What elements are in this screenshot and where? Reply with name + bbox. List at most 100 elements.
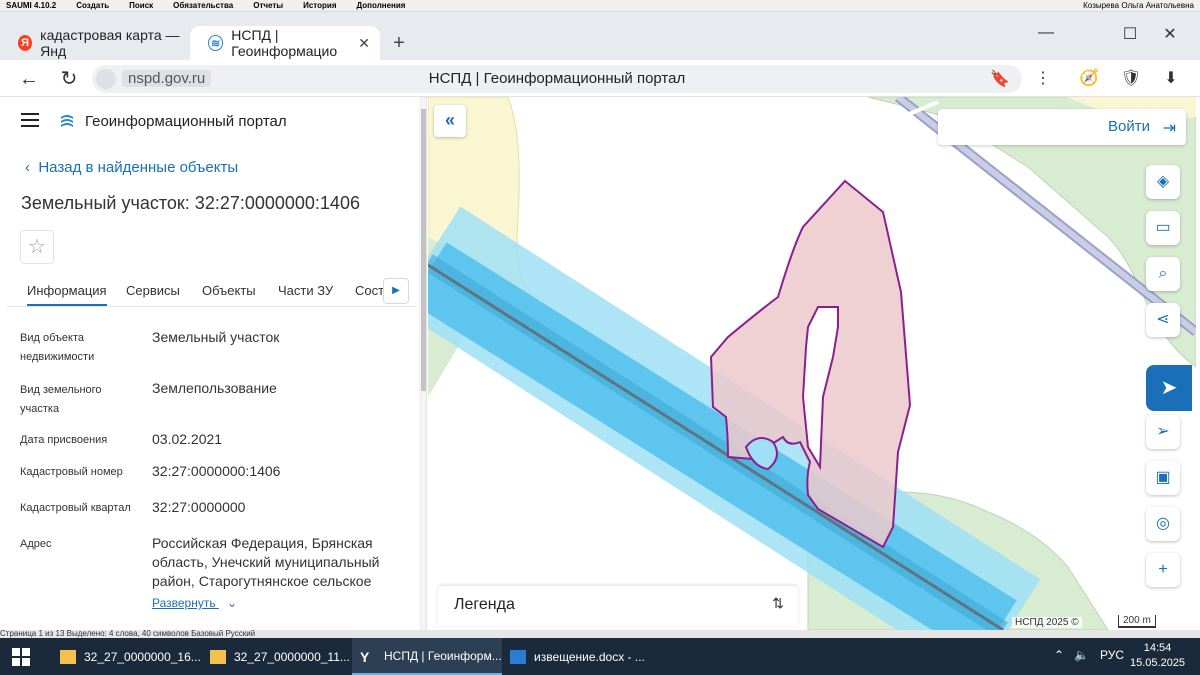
reload-icon[interactable]: ↻ [56, 66, 82, 92]
yandex-browser-icon: Y [360, 648, 370, 665]
language-indicator[interactable]: РУС [1100, 648, 1124, 662]
bookmark-icon[interactable]: 🔖 [990, 69, 1010, 89]
layers-icon[interactable]: ◈ [1146, 165, 1180, 199]
value-object-type: Земельный участок [152, 329, 280, 345]
label-assignment-date: Дата присвоения [20, 434, 108, 446]
saumi-menu-addons[interactable]: Дополнения [356, 1, 405, 10]
object-title: Земельный участок: 32:27:0000000:1406 [21, 193, 360, 213]
saumi-menu-obligations[interactable]: Обязательства [173, 1, 233, 10]
system-clock[interactable]: 14:54 15.05.2025 [1130, 641, 1185, 671]
more-menu-icon[interactable]: ⋮ [1032, 68, 1054, 90]
saumi-app-title: SAUMI 4.10.2 [6, 1, 57, 10]
minimize-icon[interactable]: — [1026, 24, 1066, 42]
print-frame-icon[interactable]: ▣ [1146, 461, 1180, 495]
login-label: Войти [1108, 118, 1150, 135]
value-cadastral-number: 32:27:0000000:1406 [152, 463, 281, 479]
chevron-left-icon: ‹ [25, 159, 39, 176]
locate-icon[interactable]: ◎ [1146, 507, 1180, 541]
taskbar-label: 32_27_0000000_16... [84, 649, 201, 664]
legend-label: Легенда [454, 596, 515, 613]
windows-taskbar: 32_27_0000000_16... 32_27_0000000_11... … [0, 638, 1200, 675]
object-info-panel: Геоинформационный портал ‹ Назад в найде… [7, 97, 427, 630]
tab-nspd[interactable]: ≋ НСПД | Геоинформацио ✕ [190, 26, 380, 60]
taskbar-browser[interactable]: Y НСПД | Геоинформ... [352, 638, 502, 675]
favorite-star-icon[interactable]: ☆ [20, 230, 54, 264]
saumi-menu-search[interactable]: Поиск [129, 1, 153, 10]
menu-icon[interactable] [21, 113, 39, 127]
clock-date: 15.05.2025 [1130, 657, 1186, 669]
yandex-icon: Я [18, 35, 33, 51]
saumi-menu-bar: SAUMI 4.10.2 Создать Поиск Обязательства… [0, 0, 1200, 12]
clock-time: 14:54 [1143, 642, 1172, 654]
volume-icon[interactable]: 🔈 [1074, 648, 1089, 662]
taskbar-word[interactable]: извещение.docx - ... [502, 638, 652, 675]
close-window-icon[interactable]: ✕ [1150, 24, 1190, 44]
portal-name: Геоинформационный портал [85, 113, 287, 130]
tab-parts[interactable]: Части ЗУ [278, 283, 333, 298]
tab-label: кадастровая карта — Янд [40, 27, 180, 59]
taskbar-label: 32_27_0000000_11... [234, 649, 350, 664]
taskbar-folder-1[interactable]: 32_27_0000000_16... [52, 638, 202, 675]
chevron-down-icon: ⌄ [226, 596, 238, 610]
tab-information[interactable]: Информация [27, 283, 107, 306]
tray-chevron-icon[interactable]: ⌃ [1054, 648, 1064, 662]
tabs-scroll-right-icon[interactable]: ▶ [383, 278, 409, 304]
taskbar-folder-2[interactable]: 32_27_0000000_11... [202, 638, 352, 675]
saumi-menu-reports[interactable]: Отчеты [253, 1, 283, 10]
panel-scrollbar[interactable] [419, 97, 426, 630]
map-canvas[interactable]: « Войти ⇥ ◈ ▭ ⌕ ⋖ ➤ ➢ ▣ ◎ + Легенда ⇅ НС… [428, 97, 1196, 630]
back-icon[interactable]: ← [16, 66, 42, 92]
windows-start-icon[interactable] [12, 648, 30, 666]
folder-icon [60, 649, 76, 664]
new-tab-button[interactable]: + [388, 32, 410, 54]
label-address: Адрес [20, 538, 52, 550]
map-layers [428, 97, 1196, 630]
url-field[interactable]: nspd.gov.ru НСПД | Геоинформационный пор… [92, 65, 1022, 93]
close-tab-icon[interactable]: ✕ [358, 35, 370, 52]
collapse-panel-icon[interactable]: « [434, 105, 466, 137]
zoom-in-icon[interactable]: + [1146, 553, 1180, 587]
login-button[interactable]: Войти ⇥ [938, 109, 1186, 145]
river-centerline [428, 263, 1004, 630]
label-cadastral-number: Кадастровый номер [20, 466, 123, 478]
portal-logo-icon [61, 115, 73, 127]
back-to-results-link[interactable]: ‹ Назад в найденные объекты [25, 159, 238, 176]
login-icon: ⇥ [1162, 120, 1176, 137]
back-link-label: Назад в найденные объекты [38, 159, 239, 176]
legend-panel[interactable]: Легенда ⇅ [438, 586, 798, 626]
expand-legend-icon[interactable]: ⇅ [772, 595, 784, 612]
word-icon [510, 649, 526, 664]
tab-objects[interactable]: Объекты [202, 283, 256, 298]
label-cadastral-quarter: Кадастровый квартал [20, 502, 131, 514]
value-assignment-date: 03.02.2021 [152, 431, 223, 447]
object-tabs: Информация Сервисы Объекты Части ЗУ Сост… [7, 275, 417, 307]
saumi-menu-create[interactable]: Создать [76, 1, 109, 10]
navigate-icon[interactable]: ➢ [1146, 415, 1180, 449]
download-icon[interactable]: ⬇ [1160, 68, 1182, 90]
address-bar: ← ↻ nspd.gov.ru НСПД | Геоинформационный… [0, 60, 1200, 97]
saumi-menu-history[interactable]: История [303, 1, 336, 10]
share-icon[interactable]: ⋖ [1146, 303, 1180, 337]
background-document-status: Страница 1 из 13 Выделено: 4 слова, 40 с… [0, 630, 1200, 638]
scrollbar-thumb[interactable] [421, 109, 426, 391]
tab-composition[interactable]: Состав [355, 283, 383, 298]
nspd-assistant-icon[interactable]: ➤ [1146, 365, 1192, 411]
nspd-icon: ≋ [208, 35, 224, 51]
value-cadastral-quarter: 32:27:0000000 [152, 499, 246, 515]
map-scale: 200 m [1118, 615, 1156, 628]
label-object-type: Вид объекта недвижимости [20, 332, 95, 363]
label-parcel-type: Вид земельного участка [20, 384, 102, 415]
map-copyright: НСПД 2025 © [1012, 617, 1082, 628]
taskbar-label: НСПД | Геоинформ... [384, 648, 502, 663]
profile-extension-icon[interactable]: 🛡 [1120, 68, 1142, 90]
extension-icon[interactable]: 🧭 [1078, 68, 1100, 90]
area-search-icon[interactable]: ⌕ [1146, 257, 1180, 291]
taskbar-label: извещение.docx - ... [534, 649, 645, 664]
tab-services[interactable]: Сервисы [126, 283, 180, 298]
ruler-icon[interactable]: ▭ [1146, 211, 1180, 245]
tab-yandex-cadastral[interactable]: Я кадастровая карта — Янд [0, 26, 190, 60]
folder-icon [210, 649, 226, 664]
expand-address-link[interactable]: Развернуть ⌄ [152, 596, 237, 610]
browser-tab-strip: Я кадастровая карта — Янд ≋ НСПД | Геоин… [0, 12, 1200, 60]
maximize-icon[interactable]: ☐ [1110, 24, 1150, 44]
